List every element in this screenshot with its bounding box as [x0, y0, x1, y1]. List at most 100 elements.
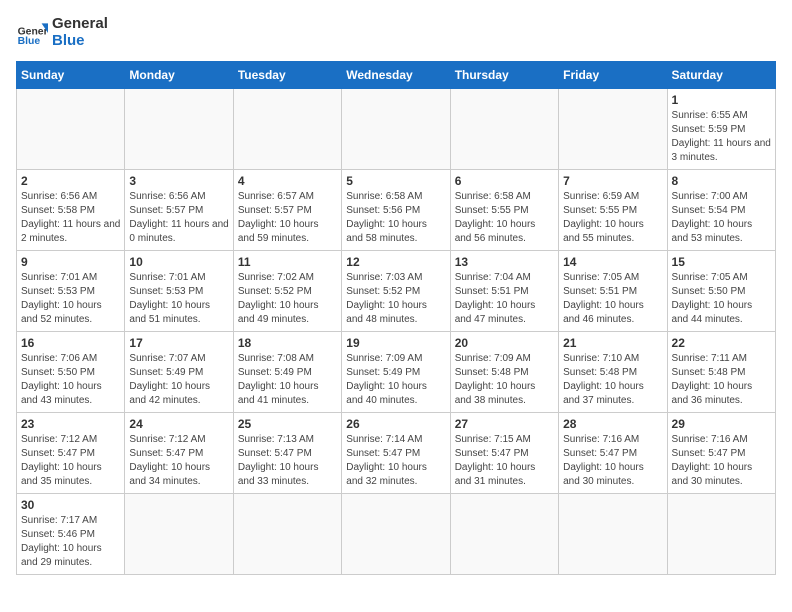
calendar-cell: 18 Sunrise: 7:08 AMSunset: 5:49 PMDayligh… [233, 332, 341, 413]
day-number: 8 [672, 174, 771, 188]
day-info: Sunrise: 7:08 AMSunset: 5:49 PMDaylight:… [238, 352, 337, 408]
day-number: 3 [129, 174, 228, 188]
calendar: SundayMondayTuesdayWednesdayThursdayFrid… [16, 61, 776, 575]
day-info: Sunrise: 7:11 AMSunset: 5:48 PMDaylight:… [672, 352, 771, 408]
day-number: 26 [346, 417, 445, 431]
calendar-cell: 23 Sunrise: 7:12 AMSunset: 5:47 PMDayligh… [17, 413, 125, 494]
calendar-cell: 7 Sunrise: 6:59 AMSunset: 5:55 PMDaylight… [559, 170, 667, 251]
day-number: 12 [346, 255, 445, 269]
day-info: Sunrise: 6:56 AMSunset: 5:58 PMDaylight:… [21, 190, 120, 246]
calendar-cell: 9 Sunrise: 7:01 AMSunset: 5:53 PMDaylight… [17, 251, 125, 332]
col-header-friday: Friday [559, 62, 667, 89]
day-number: 28 [563, 417, 662, 431]
calendar-cell: 21 Sunrise: 7:10 AMSunset: 5:48 PMDayligh… [559, 332, 667, 413]
page-header: General Blue General Blue [16, 16, 776, 49]
day-number: 30 [21, 498, 120, 512]
day-number: 17 [129, 336, 228, 350]
day-number: 15 [672, 255, 771, 269]
calendar-cell: 30 Sunrise: 7:17 AMSunset: 5:46 PMDayligh… [17, 494, 125, 575]
col-header-sunday: Sunday [17, 62, 125, 89]
calendar-cell: 2 Sunrise: 6:56 AMSunset: 5:58 PMDaylight… [17, 170, 125, 251]
day-number: 18 [238, 336, 337, 350]
calendar-cell: 19 Sunrise: 7:09 AMSunset: 5:49 PMDayligh… [342, 332, 450, 413]
calendar-cell: 4 Sunrise: 6:57 AMSunset: 5:57 PMDaylight… [233, 170, 341, 251]
calendar-cell: 28 Sunrise: 7:16 AMSunset: 5:47 PMDayligh… [559, 413, 667, 494]
day-info: Sunrise: 7:17 AMSunset: 5:46 PMDaylight:… [21, 514, 120, 570]
calendar-cell [559, 494, 667, 575]
day-number: 20 [455, 336, 554, 350]
day-number: 21 [563, 336, 662, 350]
calendar-cell [233, 89, 341, 170]
day-info: Sunrise: 7:04 AMSunset: 5:51 PMDaylight:… [455, 271, 554, 327]
day-number: 10 [129, 255, 228, 269]
day-info: Sunrise: 7:02 AMSunset: 5:52 PMDaylight:… [238, 271, 337, 327]
calendar-cell: 26 Sunrise: 7:14 AMSunset: 5:47 PMDayligh… [342, 413, 450, 494]
calendar-cell [125, 89, 233, 170]
calendar-cell: 14Sunrise: 7:05 AMSunset: 5:51 PMDayligh… [559, 251, 667, 332]
day-info: Sunrise: 7:03 AMSunset: 5:52 PMDaylight:… [346, 271, 445, 327]
day-number: 5 [346, 174, 445, 188]
calendar-cell [342, 89, 450, 170]
day-info: Sunrise: 7:01 AMSunset: 5:53 PMDaylight:… [129, 271, 228, 327]
day-number: 2 [21, 174, 120, 188]
calendar-cell: 8 Sunrise: 7:00 AMSunset: 5:54 PMDaylight… [667, 170, 775, 251]
day-number: 29 [672, 417, 771, 431]
day-info: Sunrise: 7:01 AMSunset: 5:53 PMDaylight:… [21, 271, 120, 327]
calendar-cell: 13Sunrise: 7:04 AMSunset: 5:51 PMDayligh… [450, 251, 558, 332]
calendar-cell: 22 Sunrise: 7:11 AMSunset: 5:48 PMDayligh… [667, 332, 775, 413]
day-number: 23 [21, 417, 120, 431]
day-info: Sunrise: 7:15 AMSunset: 5:47 PMDaylight:… [455, 433, 554, 489]
day-info: Sunrise: 7:12 AMSunset: 5:47 PMDaylight:… [21, 433, 120, 489]
day-info: Sunrise: 7:16 AMSunset: 5:47 PMDaylight:… [563, 433, 662, 489]
day-number: 6 [455, 174, 554, 188]
day-number: 24 [129, 417, 228, 431]
calendar-cell: 17Sunrise: 7:07 AMSunset: 5:49 PMDayligh… [125, 332, 233, 413]
calendar-header-row: SundayMondayTuesdayWednesdayThursdayFrid… [17, 62, 776, 89]
calendar-cell [233, 494, 341, 575]
calendar-cell [667, 494, 775, 575]
day-info: Sunrise: 7:00 AMSunset: 5:54 PMDaylight:… [672, 190, 771, 246]
calendar-cell [559, 89, 667, 170]
day-info: Sunrise: 7:14 AMSunset: 5:47 PMDaylight:… [346, 433, 445, 489]
calendar-week-2: 2 Sunrise: 6:56 AMSunset: 5:58 PMDaylight… [17, 170, 776, 251]
day-info: Sunrise: 6:55 AMSunset: 5:59 PMDaylight:… [672, 109, 771, 165]
col-header-tuesday: Tuesday [233, 62, 341, 89]
day-info: Sunrise: 7:09 AMSunset: 5:49 PMDaylight:… [346, 352, 445, 408]
calendar-cell: 16Sunrise: 7:06 AMSunset: 5:50 PMDayligh… [17, 332, 125, 413]
day-info: Sunrise: 7:12 AMSunset: 5:47 PMDaylight:… [129, 433, 228, 489]
day-info: Sunrise: 7:16 AMSunset: 5:47 PMDaylight:… [672, 433, 771, 489]
day-info: Sunrise: 7:13 AMSunset: 5:47 PMDaylight:… [238, 433, 337, 489]
calendar-cell: 24 Sunrise: 7:12 AMSunset: 5:47 PMDayligh… [125, 413, 233, 494]
day-info: Sunrise: 6:57 AMSunset: 5:57 PMDaylight:… [238, 190, 337, 246]
day-number: 9 [21, 255, 120, 269]
calendar-week-1: 1Sunrise: 6:55 AMSunset: 5:59 PMDaylight… [17, 89, 776, 170]
calendar-week-6: 30 Sunrise: 7:17 AMSunset: 5:46 PMDayligh… [17, 494, 776, 575]
day-info: Sunrise: 6:56 AMSunset: 5:57 PMDaylight:… [129, 190, 228, 246]
day-info: Sunrise: 7:10 AMSunset: 5:48 PMDaylight:… [563, 352, 662, 408]
day-info: Sunrise: 6:58 AMSunset: 5:56 PMDaylight:… [346, 190, 445, 246]
day-number: 22 [672, 336, 771, 350]
calendar-cell [342, 494, 450, 575]
calendar-cell: 29 Sunrise: 7:16 AMSunset: 5:47 PMDayligh… [667, 413, 775, 494]
day-number: 4 [238, 174, 337, 188]
day-number: 7 [563, 174, 662, 188]
day-number: 19 [346, 336, 445, 350]
day-info: Sunrise: 7:05 AMSunset: 5:51 PMDaylight:… [563, 271, 662, 327]
day-number: 11 [238, 255, 337, 269]
day-info: Sunrise: 6:58 AMSunset: 5:55 PMDaylight:… [455, 190, 554, 246]
day-info: Sunrise: 7:06 AMSunset: 5:50 PMDaylight:… [21, 352, 120, 408]
calendar-cell: 15Sunrise: 7:05 AMSunset: 5:50 PMDayligh… [667, 251, 775, 332]
calendar-cell: 6 Sunrise: 6:58 AMSunset: 5:55 PMDaylight… [450, 170, 558, 251]
calendar-week-5: 23 Sunrise: 7:12 AMSunset: 5:47 PMDayligh… [17, 413, 776, 494]
calendar-cell: 25 Sunrise: 7:13 AMSunset: 5:47 PMDayligh… [233, 413, 341, 494]
col-header-thursday: Thursday [450, 62, 558, 89]
calendar-week-3: 9 Sunrise: 7:01 AMSunset: 5:53 PMDaylight… [17, 251, 776, 332]
day-number: 25 [238, 417, 337, 431]
calendar-cell: 20Sunrise: 7:09 AMSunset: 5:48 PMDayligh… [450, 332, 558, 413]
svg-text:Blue: Blue [18, 36, 41, 47]
calendar-cell: 5 Sunrise: 6:58 AMSunset: 5:56 PMDaylight… [342, 170, 450, 251]
day-number: 27 [455, 417, 554, 431]
day-info: Sunrise: 6:59 AMSunset: 5:55 PMDaylight:… [563, 190, 662, 246]
calendar-cell: 1Sunrise: 6:55 AMSunset: 5:59 PMDaylight… [667, 89, 775, 170]
calendar-week-4: 16Sunrise: 7:06 AMSunset: 5:50 PMDayligh… [17, 332, 776, 413]
